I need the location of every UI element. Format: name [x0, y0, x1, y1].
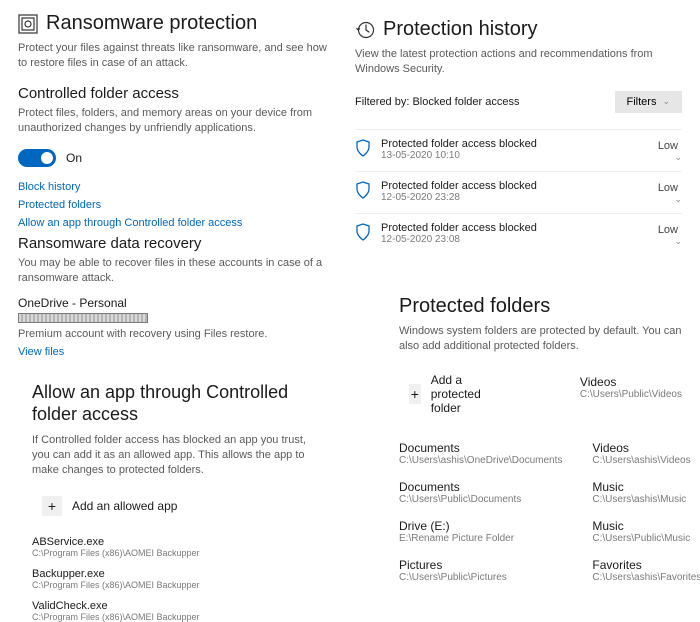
cfa-desc: Protect files, folders, and memory areas…	[18, 106, 337, 136]
add-allowed-app-button[interactable]: + Add an allowed app	[32, 490, 187, 522]
folder-item[interactable]: MusicC:\Users\ashis\Music	[592, 480, 700, 505]
page-desc: Protect your files against threats like …	[18, 41, 337, 71]
link-protected-folders[interactable]: Protected folders	[18, 199, 337, 211]
folder-item[interactable]: Videos C:\Users\Public\Videos	[580, 375, 682, 400]
folder-item[interactable]: DocumentsC:\Users\ashis\OneDrive\Documen…	[399, 441, 562, 466]
allow-title: Allow an app through Controlled folder a…	[32, 382, 323, 425]
plus-icon: +	[409, 384, 421, 404]
protected-folders-desc: Windows system folders are protected by …	[399, 324, 682, 354]
recovery-desc: You may be able to recover files in thes…	[18, 256, 337, 286]
folder-item[interactable]: Drive (E:)E:\Rename Picture Folder	[399, 519, 562, 544]
shield-icon	[355, 223, 371, 241]
cfa-title: Controlled folder access	[18, 85, 337, 102]
add-allowed-app-label: Add an allowed app	[72, 499, 177, 513]
link-block-history[interactable]: Block history	[18, 181, 337, 193]
onedrive-note: Premium account with recovery using File…	[18, 327, 337, 342]
folder-item[interactable]: PicturesC:\Users\Public\Pictures	[399, 558, 562, 583]
link-view-files[interactable]: View files	[18, 346, 337, 358]
onedrive-progress	[18, 313, 148, 323]
history-icon	[355, 20, 375, 40]
chevron-down-icon: ⌄	[662, 96, 670, 107]
allowed-app-item[interactable]: ValidCheck.exeC:\Program Files (x86)\AOM…	[32, 600, 323, 622]
allowed-app-item[interactable]: Backupper.exeC:\Program Files (x86)\AOME…	[32, 568, 323, 590]
allow-desc: If Controlled folder access has blocked …	[32, 433, 323, 478]
add-protected-folder-button[interactable]: + Add a protected folder	[399, 367, 510, 421]
shield-icon	[355, 139, 371, 157]
page-title: Ransomware protection	[46, 12, 257, 35]
folder-item[interactable]: MusicC:\Users\Public\Music	[592, 519, 700, 544]
history-title: Protection history	[383, 18, 538, 41]
link-allow-app[interactable]: Allow an app through Controlled folder a…	[18, 217, 337, 229]
history-item[interactable]: Protected folder access blocked12-05-202…	[355, 171, 682, 213]
folder-item[interactable]: VideosC:\Users\ashis\Videos	[592, 441, 700, 466]
plus-icon: +	[42, 496, 62, 516]
history-item[interactable]: Protected folder access blocked12-05-202…	[355, 213, 682, 255]
filter-label: Filtered by: Blocked folder access	[355, 96, 519, 108]
ransomware-icon	[18, 14, 38, 34]
recovery-title: Ransomware data recovery	[18, 235, 337, 252]
allowed-app-item[interactable]: ABService.exeC:\Program Files (x86)\AOME…	[32, 536, 323, 558]
folder-item[interactable]: FavoritesC:\Users\ashis\Favorites	[592, 558, 700, 583]
cfa-toggle-label: On	[66, 151, 82, 165]
cfa-toggle[interactable]	[18, 149, 56, 167]
add-protected-folder-label: Add a protected folder	[431, 373, 500, 415]
history-item[interactable]: Protected folder access blocked13-05-202…	[355, 129, 682, 171]
protected-folders-title: Protected folders	[399, 295, 682, 318]
folder-item[interactable]: DocumentsC:\Users\Public\Documents	[399, 480, 562, 505]
shield-icon	[355, 181, 371, 199]
filters-button[interactable]: Filters ⌄	[615, 91, 683, 113]
onedrive-account: OneDrive - Personal	[18, 296, 337, 310]
history-desc: View the latest protection actions and r…	[355, 47, 682, 77]
